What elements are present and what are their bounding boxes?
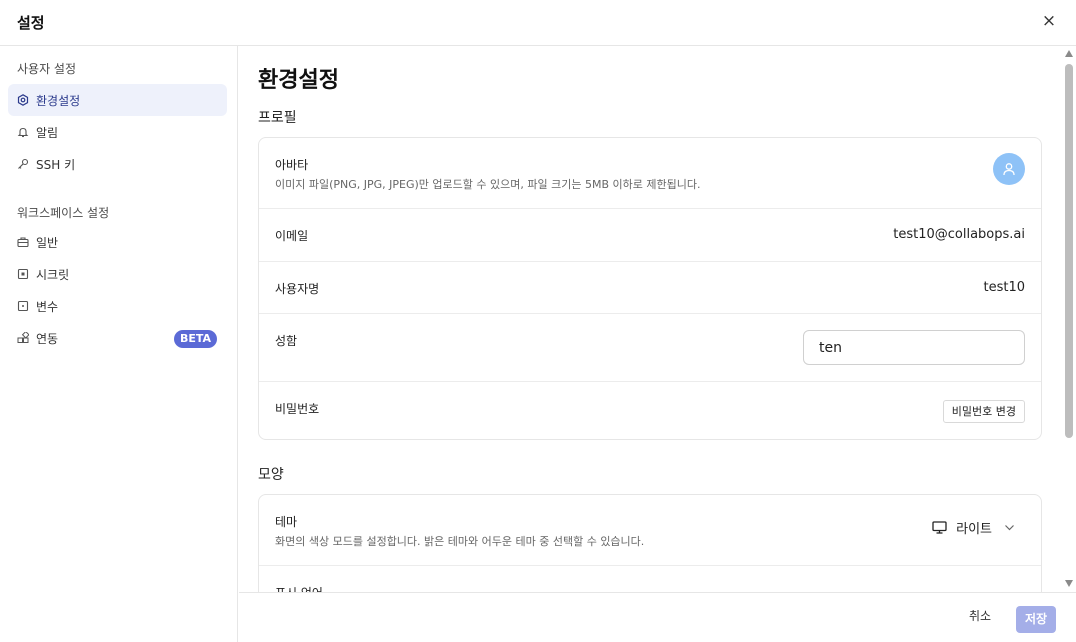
- name-field[interactable]: [803, 330, 1025, 365]
- username-value: test10: [983, 280, 1025, 295]
- secret-icon: [17, 268, 29, 280]
- avatar[interactable]: [993, 153, 1025, 185]
- scroll-up-arrow[interactable]: [1065, 50, 1073, 57]
- email-value: test10@collabops.ai: [893, 227, 1025, 242]
- key-icon: [17, 158, 29, 170]
- username-label: 사용자명: [275, 282, 320, 296]
- sidebar-item-label: 환경설정: [36, 93, 81, 108]
- page-title: 환경설정: [258, 68, 339, 93]
- sidebar-item-label: 연동: [36, 331, 59, 346]
- sidebar: 사용자 설정 환경설정 알림 SSH 키 워크스페이스 설정 일반 시크릿 변수…: [0, 46, 238, 642]
- theme-label: 테마: [275, 515, 298, 529]
- scrollbar[interactable]: [1062, 46, 1076, 592]
- sidebar-item-general[interactable]: 일반: [8, 226, 227, 258]
- main-content: 환경설정 프로필 아바타 이미지 파일(PNG, JPG, JPEG)만 업로드…: [239, 46, 1062, 592]
- scroll-down-arrow[interactable]: [1065, 580, 1073, 587]
- email-label: 이메일: [275, 229, 309, 243]
- appearance-section-title: 모양: [258, 467, 284, 483]
- theme-description: 화면의 색상 모드를 설정합니다. 밝은 테마와 어두운 테마 중 선택할 수 …: [275, 535, 645, 548]
- sidebar-section-user: 사용자 설정: [17, 62, 77, 76]
- scroll-thumb[interactable]: [1065, 64, 1073, 438]
- profile-section-title: 프로필: [258, 110, 297, 126]
- sidebar-item-label: 변수: [36, 299, 59, 314]
- avatar-description: 이미지 파일(PNG, JPG, JPEG)만 업로드할 수 있으며, 파일 크…: [275, 178, 701, 191]
- dialog-footer: 취소 저장: [239, 592, 1076, 642]
- profile-card: 아바타 이미지 파일(PNG, JPG, JPEG)만 업로드할 수 있으며, …: [258, 137, 1042, 440]
- theme-row: 테마 화면의 색상 모드를 설정합니다. 밝은 테마와 어두운 테마 중 선택할…: [259, 495, 1041, 566]
- sidebar-item-label: 알림: [36, 125, 59, 140]
- theme-select[interactable]: 라이트: [932, 518, 1015, 537]
- language-row: 표시 언어: [259, 566, 1041, 592]
- appearance-card: 테마 화면의 색상 모드를 설정합니다. 밝은 테마와 어두운 테마 중 선택할…: [258, 494, 1042, 592]
- variable-icon: [17, 300, 29, 312]
- password-label: 비밀번호: [275, 402, 320, 416]
- chevron-down-icon: [1005, 525, 1014, 531]
- gear-icon: [17, 94, 29, 106]
- close-button[interactable]: ×: [1038, 11, 1060, 33]
- dialog-header: 설정 ×: [0, 0, 1076, 46]
- integration-icon: [17, 332, 29, 344]
- name-label: 성함: [275, 334, 298, 348]
- save-button[interactable]: 저장: [1016, 606, 1056, 633]
- sidebar-item-notifications[interactable]: 알림: [8, 116, 227, 148]
- sidebar-item-secrets[interactable]: 시크릿: [8, 258, 227, 290]
- briefcase-icon: [17, 236, 29, 248]
- avatar-label: 아바타: [275, 158, 309, 172]
- user-icon: [1003, 163, 1015, 176]
- sidebar-item-integrations[interactable]: 연동 BETA: [8, 322, 227, 354]
- cancel-button[interactable]: 취소: [969, 607, 991, 624]
- beta-badge: BETA: [173, 330, 217, 348]
- language-label: 표시 언어: [275, 584, 323, 592]
- change-password-button[interactable]: 비밀번호 변경: [942, 400, 1025, 423]
- username-row: 사용자명 test10: [259, 262, 1041, 314]
- sidebar-item-preferences[interactable]: 환경설정: [8, 84, 227, 116]
- avatar-row: 아바타 이미지 파일(PNG, JPG, JPEG)만 업로드할 수 있으며, …: [259, 138, 1041, 209]
- password-row: 비밀번호 비밀번호 변경: [259, 382, 1041, 439]
- name-row: 성함: [259, 314, 1041, 382]
- sidebar-item-label: SSH 키: [36, 157, 76, 172]
- monitor-icon: [932, 521, 947, 534]
- dialog-title: 설정: [17, 14, 45, 32]
- sidebar-item-label: 시크릿: [36, 267, 70, 282]
- sidebar-item-ssh-key[interactable]: SSH 키: [8, 148, 227, 180]
- sidebar-section-workspace: 워크스페이스 설정: [17, 206, 110, 220]
- sidebar-item-variables[interactable]: 변수: [8, 290, 227, 322]
- theme-value: 라이트: [956, 522, 992, 537]
- bell-icon: [17, 126, 29, 138]
- sidebar-item-label: 일반: [36, 235, 59, 250]
- email-row: 이메일 test10@collabops.ai: [259, 209, 1041, 262]
